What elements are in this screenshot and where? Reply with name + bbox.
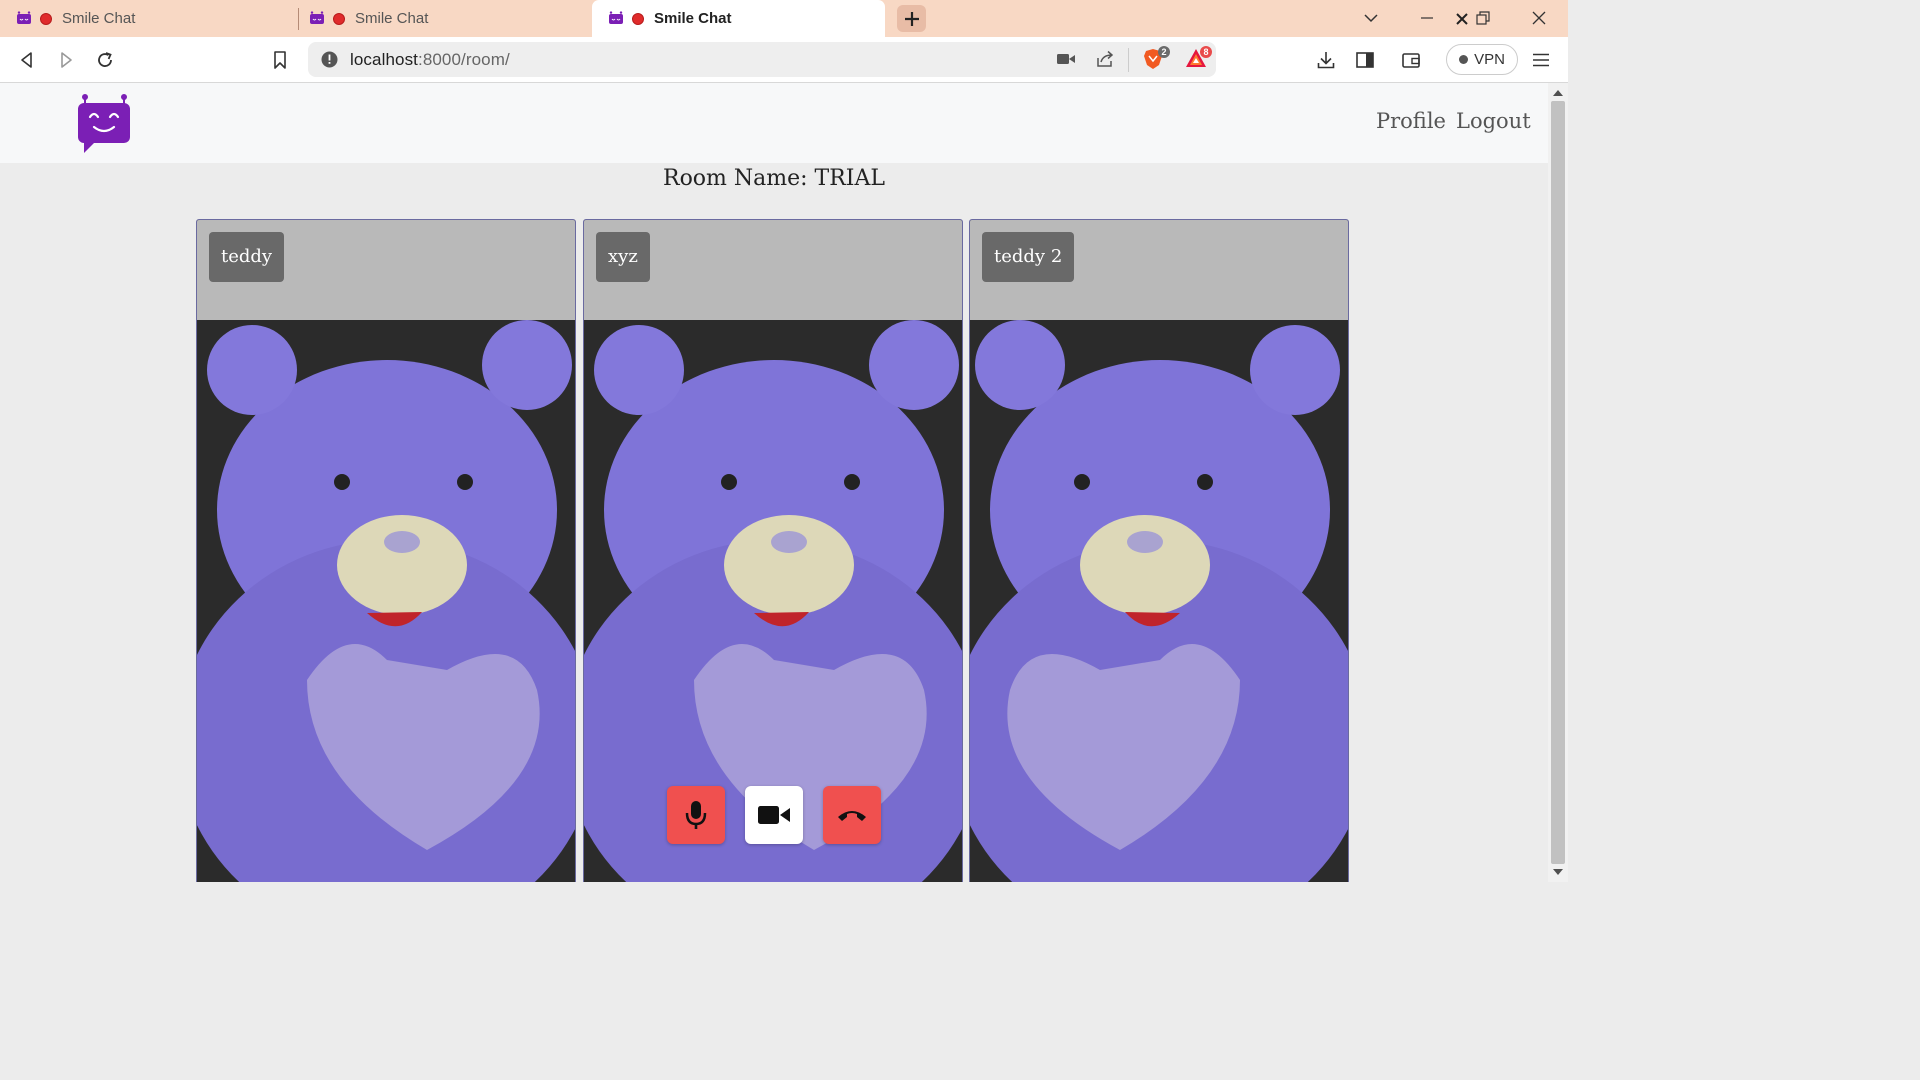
browser-tab[interactable]: Smile Chat xyxy=(293,0,589,37)
vpn-label: VPN xyxy=(1474,51,1505,68)
vpn-status-icon xyxy=(1459,55,1469,64)
scrollbar-thumb[interactable] xyxy=(1551,101,1565,864)
brave-rewards-button[interactable]: 8 xyxy=(1185,46,1212,72)
close-icon xyxy=(1532,11,1546,25)
site-header: Profile Logout xyxy=(0,83,1548,163)
restore-icon xyxy=(1476,11,1490,25)
url-path: :8000/room/ xyxy=(418,50,510,69)
site-info-icon[interactable] xyxy=(321,51,338,68)
plus-icon xyxy=(904,11,919,26)
participant-name-tag: teddy xyxy=(209,232,285,282)
page-viewport: Profile Logout Room Name: TRIAL teddy xy… xyxy=(0,83,1548,882)
minimize-icon xyxy=(1421,17,1433,19)
leave-call-button[interactable] xyxy=(823,786,881,844)
bookmark-button[interactable] xyxy=(268,48,292,72)
browser-tab[interactable]: Smile Chat xyxy=(0,0,296,37)
page-scrollbar[interactable] xyxy=(1548,83,1568,882)
chevron-down-icon xyxy=(1364,14,1378,23)
nav-logout-link[interactable]: Logout xyxy=(1456,109,1531,133)
close-tab-icon[interactable] xyxy=(1452,9,1472,29)
recording-indicator-icon xyxy=(40,12,52,25)
recording-indicator-icon xyxy=(333,12,345,25)
wallet-icon xyxy=(1401,53,1420,68)
tab-title: Smile Chat xyxy=(355,10,429,27)
new-tab-button[interactable] xyxy=(897,5,926,32)
camera-toggle-button[interactable] xyxy=(745,786,803,844)
wallet-button[interactable] xyxy=(1399,48,1423,72)
teddy-bear-video-frame xyxy=(970,220,1348,882)
smile-chat-logo-icon[interactable] xyxy=(74,91,134,155)
camera-in-use-icon[interactable] xyxy=(1057,52,1075,66)
participant-name-tag: teddy 2 xyxy=(982,232,1075,282)
microphone-icon xyxy=(685,801,707,829)
hamburger-menu-icon xyxy=(1533,53,1549,67)
tab-title: Smile Chat xyxy=(62,10,136,27)
participant-name-tag: xyz xyxy=(596,232,650,282)
address-bar[interactable]: localhost:8000/room/ 2 8 xyxy=(308,42,1216,77)
participant-video-tile: teddy xyxy=(196,219,576,882)
browser-tab-bar: Smile Chat Smile Chat Smile Chat xyxy=(0,0,1568,37)
tab-search-button[interactable] xyxy=(1360,7,1382,29)
back-arrow-icon xyxy=(21,52,32,68)
smile-chat-favicon-icon xyxy=(17,10,31,24)
urlbar-divider xyxy=(1128,48,1129,72)
forward-arrow-icon xyxy=(61,52,72,68)
reload-button[interactable] xyxy=(93,48,117,72)
mic-toggle-button[interactable] xyxy=(667,786,725,844)
teddy-bear-video-frame xyxy=(584,220,962,882)
teddy-bear-video-frame xyxy=(197,220,575,882)
bookmark-icon xyxy=(274,51,286,69)
main-menu-button[interactable] xyxy=(1529,48,1553,72)
url-host: localhost xyxy=(350,50,418,69)
browser-tab-active[interactable]: Smile Chat xyxy=(592,0,1468,37)
video-camera-icon xyxy=(758,806,790,824)
sidebar-icon xyxy=(1356,52,1374,68)
room-title: Room Name: TRIAL xyxy=(663,166,885,191)
vpn-button[interactable]: VPN xyxy=(1446,44,1518,75)
smile-chat-favicon-icon xyxy=(609,10,623,24)
forward-button[interactable] xyxy=(54,48,78,72)
downloads-button[interactable] xyxy=(1314,48,1338,72)
back-button[interactable] xyxy=(15,48,39,72)
share-icon[interactable] xyxy=(1096,50,1115,68)
participant-video-tile: xyz xyxy=(583,219,963,882)
scroll-down-arrow-icon[interactable] xyxy=(1553,869,1563,875)
minimize-window-button[interactable] xyxy=(1416,7,1438,29)
hang-up-phone-icon xyxy=(838,811,866,821)
reload-icon xyxy=(98,52,112,67)
url-text: localhost:8000/room/ xyxy=(350,50,510,70)
download-icon xyxy=(1317,52,1335,69)
scroll-up-arrow-icon[interactable] xyxy=(1553,90,1563,96)
rewards-count-badge: 8 xyxy=(1200,46,1212,58)
sidebar-button[interactable] xyxy=(1353,48,1377,72)
smile-chat-favicon-icon xyxy=(310,10,324,24)
close-window-button[interactable] xyxy=(1528,7,1550,29)
brave-shields-button[interactable]: 2 xyxy=(1143,46,1170,72)
participant-video-tile: teddy 2 xyxy=(969,219,1349,882)
tab-title: Smile Chat xyxy=(654,10,732,27)
restore-window-button[interactable] xyxy=(1472,7,1494,29)
shields-count-badge: 2 xyxy=(1158,46,1170,58)
browser-toolbar: localhost:8000/room/ 2 8 VPN xyxy=(0,37,1568,83)
nav-profile-link[interactable]: Profile xyxy=(1376,109,1446,133)
recording-indicator-icon xyxy=(632,12,644,25)
